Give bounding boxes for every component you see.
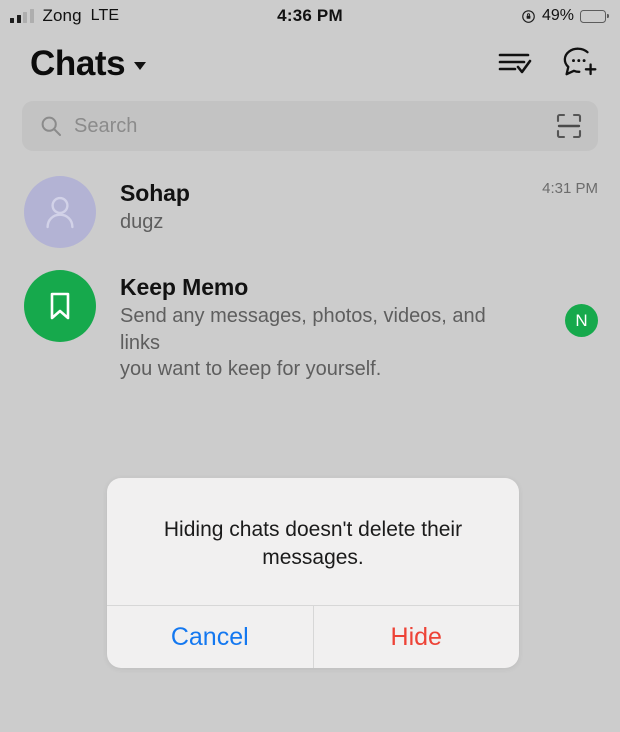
network-type: LTE: [90, 7, 120, 24]
chat-item-name: Keep Memo: [120, 274, 249, 300]
alert-dialog: Hiding chats doesn't delete their messag…: [107, 478, 520, 669]
header-actions: [498, 47, 598, 79]
chat-list-item[interactable]: Keep Memo Send any messages, photos, vid…: [0, 259, 620, 394]
battery-percentage: 49%: [541, 7, 574, 24]
signal-strength-icon: [10, 9, 34, 23]
search-icon: [41, 116, 61, 136]
status-bar-left: Zong LTE: [10, 6, 119, 26]
alert-body: Hiding chats doesn't delete their messag…: [107, 478, 519, 605]
chat-list: Sohap dugz 4:31 PM Keep Memo Send any me…: [0, 151, 620, 394]
status-bar: Zong LTE 4:36 PM 49%: [0, 0, 620, 32]
chat-item-body: Sohap dugz: [96, 176, 528, 236]
scan-qr-icon[interactable]: [556, 113, 582, 139]
alert-message: Hiding chats doesn't delete their messag…: [163, 518, 463, 569]
new-chat-bubble-icon[interactable]: [562, 47, 598, 79]
hide-button[interactable]: Hide: [312, 606, 520, 669]
chat-item-preview: dugz: [120, 211, 164, 234]
status-badge: N: [565, 304, 598, 337]
rotation-lock-icon: [522, 9, 535, 23]
cancel-button[interactable]: Cancel: [107, 606, 313, 668]
chevron-down-icon: [134, 62, 147, 70]
chat-item-body: Keep Memo Send any messages, photos, vid…: [96, 270, 528, 383]
chat-item-time: 4:31 PM: [542, 180, 598, 197]
chats-title-dropdown[interactable]: Chats: [30, 43, 147, 83]
status-bar-right: 49%: [521, 7, 609, 25]
avatar[interactable]: [24, 176, 96, 248]
search-input[interactable]: [74, 114, 556, 138]
bookmark-icon: [50, 292, 70, 320]
avatar[interactable]: [24, 270, 96, 342]
alert-actions: Cancel Hide: [107, 605, 520, 669]
chat-item-meta: N: [528, 270, 598, 337]
carrier-name: Zong: [42, 6, 82, 25]
battery-icon: [580, 9, 609, 23]
search-section: [0, 94, 620, 151]
list-check-icon[interactable]: [498, 48, 532, 78]
chat-item-meta: 4:31 PM: [528, 176, 598, 197]
page-title: Chats: [30, 43, 126, 83]
chat-list-item[interactable]: Sohap dugz 4:31 PM: [0, 165, 620, 259]
person-avatar-icon: [46, 196, 74, 229]
search-bar[interactable]: [22, 101, 598, 151]
page-header: Chats: [0, 32, 620, 94]
chat-item-name: Sohap: [120, 180, 190, 206]
chat-item-preview: Send any messages, photos, videos, and l…: [120, 305, 486, 381]
